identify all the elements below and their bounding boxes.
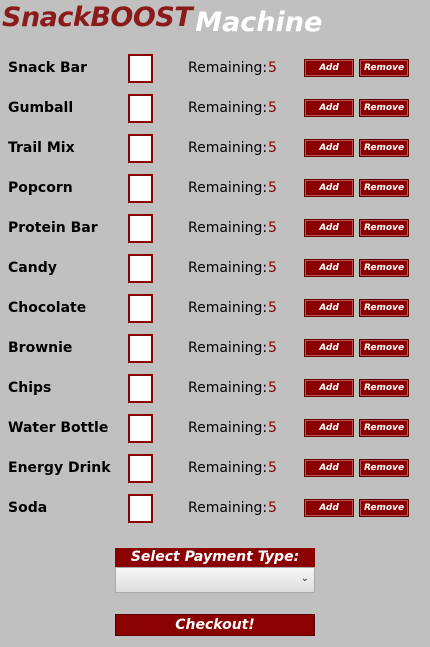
quantity-input[interactable] [128, 494, 153, 523]
remaining-label: Remaining: [188, 380, 268, 396]
remaining-label: Remaining: [188, 180, 268, 196]
quantity-input[interactable] [128, 214, 153, 243]
payment-type-select[interactable]: ⌄ [115, 567, 315, 593]
snack-row: Snack Bar Remaining: 5 Add Remove [0, 54, 430, 84]
app-title: SnackBOOST Machine [2, 2, 322, 42]
snack-row: Water Bottle Remaining: 5 Add Remove [0, 414, 430, 444]
item-name: Snack Bar [8, 60, 88, 76]
item-name: Candy [8, 260, 57, 276]
quantity-input[interactable] [128, 334, 153, 363]
remaining-label: Remaining: [188, 140, 268, 156]
snack-row: Brownie Remaining: 5 Add Remove [0, 334, 430, 364]
snack-row: Popcorn Remaining: 5 Add Remove [0, 174, 430, 204]
item-name: Protein Bar [8, 220, 98, 236]
quantity-input[interactable] [128, 94, 153, 123]
checkout-button[interactable]: Checkout! [115, 614, 315, 636]
title-snackboost: SnackBOOST [2, 2, 193, 33]
add-button[interactable]: Add [304, 99, 354, 117]
remove-button[interactable]: Remove [359, 379, 409, 397]
quantity-input[interactable] [128, 54, 153, 83]
remove-button[interactable]: Remove [359, 339, 409, 357]
remaining-count: 5 [268, 220, 277, 236]
remaining-count: 5 [268, 300, 277, 316]
remove-button[interactable]: Remove [359, 219, 409, 237]
quantity-input[interactable] [128, 174, 153, 203]
remove-button[interactable]: Remove [359, 499, 409, 517]
remaining-count: 5 [268, 60, 277, 76]
remaining-label: Remaining: [188, 340, 268, 356]
item-name: Brownie [8, 340, 73, 356]
remaining-count: 5 [268, 340, 277, 356]
remaining-count: 5 [268, 100, 277, 116]
add-button[interactable]: Add [304, 419, 354, 437]
quantity-input[interactable] [128, 294, 153, 323]
remaining-count: 5 [268, 460, 277, 476]
remaining-label: Remaining: [188, 260, 268, 276]
remaining-label: Remaining: [188, 100, 268, 116]
snack-row: Candy Remaining: 5 Add Remove [0, 254, 430, 284]
remaining-count: 5 [268, 180, 277, 196]
remove-button[interactable]: Remove [359, 139, 409, 157]
add-button[interactable]: Add [304, 379, 354, 397]
remaining-label: Remaining: [188, 420, 268, 436]
item-name: Trail Mix [8, 140, 75, 156]
add-button[interactable]: Add [304, 339, 354, 357]
remaining-label: Remaining: [188, 300, 268, 316]
chevron-down-icon: ⌄ [300, 573, 309, 584]
add-button[interactable]: Add [304, 499, 354, 517]
payment-type-label: Select Payment Type: [115, 548, 315, 567]
remaining-count: 5 [268, 140, 277, 156]
remove-button[interactable]: Remove [359, 99, 409, 117]
quantity-input[interactable] [128, 134, 153, 163]
add-button[interactable]: Add [304, 459, 354, 477]
add-button[interactable]: Add [304, 179, 354, 197]
remove-button[interactable]: Remove [359, 299, 409, 317]
remaining-label: Remaining: [188, 60, 268, 76]
item-name: Soda [8, 500, 48, 516]
remaining-count: 5 [268, 420, 277, 436]
remaining-count: 5 [268, 260, 277, 276]
remove-button[interactable]: Remove [359, 179, 409, 197]
snack-row: Chocolate Remaining: 5 Add Remove [0, 294, 430, 324]
remaining-count: 5 [268, 500, 277, 516]
remove-button[interactable]: Remove [359, 419, 409, 437]
item-name: Popcorn [8, 180, 73, 196]
snack-row: Energy Drink Remaining: 5 Add Remove [0, 454, 430, 484]
quantity-input[interactable] [128, 374, 153, 403]
quantity-input[interactable] [128, 254, 153, 283]
item-name: Water Bottle [8, 420, 109, 436]
add-button[interactable]: Add [304, 259, 354, 277]
snack-row: Chips Remaining: 5 Add Remove [0, 374, 430, 404]
add-button[interactable]: Add [304, 219, 354, 237]
remaining-label: Remaining: [188, 460, 268, 476]
item-name: Chocolate [8, 300, 87, 316]
remaining-count: 5 [268, 380, 277, 396]
remove-button[interactable]: Remove [359, 59, 409, 77]
item-name: Chips [8, 380, 52, 396]
item-name: Energy Drink [8, 460, 111, 476]
remove-button[interactable]: Remove [359, 459, 409, 477]
snack-row: Soda Remaining: 5 Add Remove [0, 494, 430, 524]
snack-row: Trail Mix Remaining: 5 Add Remove [0, 134, 430, 164]
quantity-input[interactable] [128, 454, 153, 483]
snack-row: Protein Bar Remaining: 5 Add Remove [0, 214, 430, 244]
remaining-label: Remaining: [188, 220, 268, 236]
add-button[interactable]: Add [304, 299, 354, 317]
remove-button[interactable]: Remove [359, 259, 409, 277]
title-machine: Machine [195, 7, 323, 38]
add-button[interactable]: Add [304, 59, 354, 77]
snack-row: Gumball Remaining: 5 Add Remove [0, 94, 430, 124]
add-button[interactable]: Add [304, 139, 354, 157]
quantity-input[interactable] [128, 414, 153, 443]
remaining-label: Remaining: [188, 500, 268, 516]
item-name: Gumball [8, 100, 74, 116]
